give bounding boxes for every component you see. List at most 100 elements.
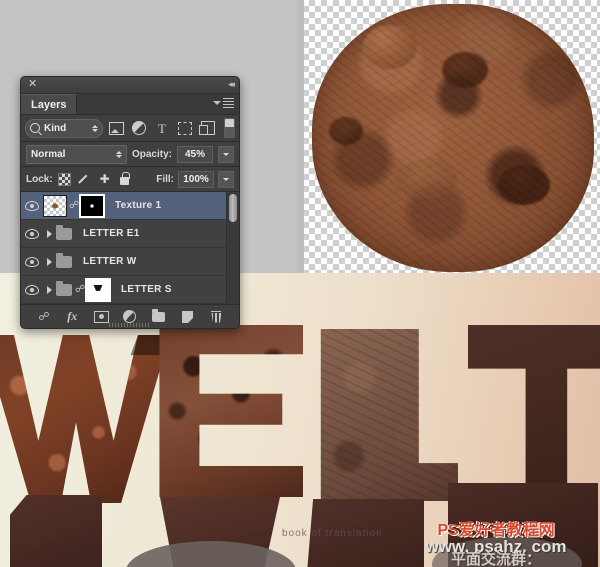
watermark: PS爱好者教程网 www. psahz. com 平面交流群：: [396, 523, 596, 567]
panel-titlebar: ✕ ◂◂: [21, 77, 239, 94]
chain-link-icon: ☍: [38, 310, 48, 323]
mask-link-icon[interactable]: ☍: [75, 285, 85, 295]
letter-l: [318, 329, 458, 501]
lock-icon: [120, 177, 129, 185]
panel-resize-grip[interactable]: [109, 323, 151, 327]
filter-enable-toggle[interactable]: [224, 118, 235, 138]
folder-icon: [56, 256, 72, 268]
layer-list-scrollbar[interactable]: [226, 192, 239, 304]
opacity-dropdown-icon[interactable]: [218, 146, 234, 163]
group-disclosure-triangle-icon[interactable]: [43, 258, 55, 266]
panel-menu-lines-icon: [223, 98, 234, 108]
smart-object-icon: [201, 121, 215, 135]
filter-kind-spinner-icon: [92, 125, 98, 132]
eye-icon: [25, 257, 39, 267]
tab-layers-label: Layers: [31, 99, 66, 111]
layer-thumbnail[interactable]: [43, 195, 67, 217]
letter-row2-a: [10, 495, 102, 567]
table-row[interactable]: LETTER W: [21, 248, 239, 276]
tab-layers[interactable]: Layers: [21, 94, 77, 114]
adjustment-circle-icon: [123, 310, 136, 323]
checkerboard-icon: [58, 173, 71, 186]
mask-icon: [94, 311, 109, 323]
fill-label: Fill:: [156, 174, 174, 185]
fill-input[interactable]: 100%: [178, 171, 214, 188]
layer-name[interactable]: LETTER W: [83, 256, 137, 267]
blend-mode-row: Normal Opacity: 45%: [21, 142, 239, 167]
artwork-caption: book of translation: [282, 528, 383, 539]
opacity-label: Opacity:: [132, 149, 172, 160]
layer-name[interactable]: Texture 1: [115, 200, 161, 211]
filter-pixel-layers[interactable]: [106, 118, 126, 138]
layer-visibility-toggle[interactable]: [21, 229, 43, 239]
layer-name[interactable]: LETTER E1: [83, 228, 140, 239]
table-row[interactable]: ☍ LETTER S: [21, 276, 239, 304]
blend-mode-value: Normal: [31, 149, 65, 160]
search-icon: [30, 123, 40, 133]
lock-transparent-pixels[interactable]: [57, 171, 73, 187]
panel-menu-icon[interactable]: [213, 98, 234, 108]
trash-icon: [211, 311, 221, 323]
blend-mode-select[interactable]: Normal: [26, 145, 127, 164]
new-layer-button[interactable]: [179, 308, 197, 326]
adjustment-circle-icon: [132, 121, 146, 135]
scrollbar-thumb[interactable]: [229, 194, 237, 222]
eye-icon: [25, 201, 39, 211]
layer-list: ☍ Texture 1 LETTER E1 LETTER W: [21, 192, 239, 304]
panel-tabbar: Layers: [21, 94, 239, 115]
layer-visibility-toggle[interactable]: [21, 285, 43, 295]
letter-t: [468, 325, 600, 507]
layer-visibility-toggle[interactable]: [21, 257, 43, 267]
lock-all[interactable]: [117, 171, 133, 187]
brush-icon: [78, 173, 91, 186]
canvas-edge-strip: [297, 0, 304, 273]
layers-panel[interactable]: ✕ ◂◂ Layers Kind T: [20, 76, 240, 329]
eye-icon: [25, 229, 39, 239]
letter-w: [0, 335, 170, 503]
eye-icon: [25, 285, 39, 295]
layer-filter-row: Kind T: [21, 115, 239, 142]
folder-icon: [152, 312, 165, 322]
mask-link-icon[interactable]: ☍: [69, 201, 79, 211]
filter-kind-label: Kind: [44, 123, 66, 134]
new-group-button[interactable]: [150, 308, 168, 326]
layer-name[interactable]: LETTER S: [121, 284, 172, 295]
lock-row: Lock: ✚ Fill: 100%: [21, 167, 239, 192]
close-icon[interactable]: ✕: [28, 79, 38, 89]
folder-icon: [56, 284, 72, 296]
panel-menu-triangle-icon: [213, 101, 221, 105]
filter-shape-layers[interactable]: [175, 118, 195, 138]
lock-position[interactable]: ✚: [97, 171, 113, 187]
new-layer-icon: [182, 311, 193, 323]
layers-panel-footer: ☍ fx: [21, 304, 239, 328]
layer-mask-thumbnail[interactable]: [79, 194, 105, 218]
link-layers-button[interactable]: ☍: [34, 308, 52, 326]
group-disclosure-triangle-icon[interactable]: [43, 230, 55, 238]
filter-type-layers[interactable]: T: [152, 118, 172, 138]
layer-style-button[interactable]: fx: [63, 308, 81, 326]
screenshot-stage: book of translation PS爱好者教程网 www. psahz.…: [0, 0, 600, 567]
delete-layer-button[interactable]: [207, 308, 225, 326]
fill-dropdown-icon[interactable]: [218, 171, 234, 188]
move-arrows-icon: ✚: [100, 173, 110, 185]
collapse-panel-icon[interactable]: ◂◂: [228, 79, 233, 90]
filter-smart-objects[interactable]: [198, 118, 218, 138]
filter-kind-select[interactable]: Kind: [25, 119, 103, 138]
add-layer-mask-button[interactable]: [92, 308, 110, 326]
image-icon: [109, 122, 124, 135]
lock-label: Lock:: [26, 174, 53, 185]
cookie-image: [312, 4, 594, 272]
letter-e: [155, 325, 303, 497]
blend-mode-spinner-icon: [116, 151, 122, 158]
filter-adjustment-layers[interactable]: [129, 118, 149, 138]
type-t-icon: T: [158, 122, 166, 135]
folder-icon: [56, 228, 72, 240]
opacity-input[interactable]: 45%: [177, 146, 213, 163]
group-disclosure-triangle-icon[interactable]: [43, 286, 55, 294]
decorative-blob-left: [126, 541, 296, 567]
layer-mask-thumbnail[interactable]: [85, 278, 111, 302]
table-row[interactable]: ☍ Texture 1: [21, 192, 239, 220]
layer-visibility-toggle[interactable]: [21, 201, 43, 211]
table-row[interactable]: LETTER E1: [21, 220, 239, 248]
lock-image-pixels[interactable]: [77, 171, 93, 187]
